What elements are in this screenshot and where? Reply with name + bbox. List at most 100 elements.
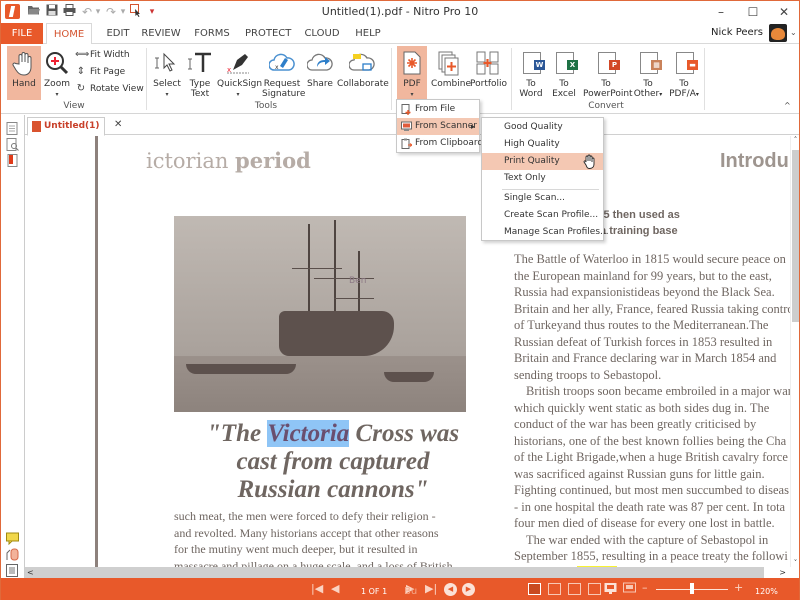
share-button[interactable]: Share [305,46,335,100]
request-signature-button[interactable]: x Request Signature [262,46,305,100]
signature-cloud-icon: x [268,50,295,76]
vertical-scrollbar[interactable]: ˄ ˅ [790,136,799,567]
menu-item-single-scan[interactable]: Single Scan... [482,190,603,207]
type-text-button[interactable]: Type Text [186,46,214,100]
chevron-down-icon[interactable]: ⌄ [790,28,797,37]
menu-item-from-scanner[interactable]: From Scanner ▸ [397,118,479,135]
menu-item-from-clipboard[interactable]: From Clipboard [397,135,483,152]
tab-help[interactable]: HELP [353,23,383,44]
rotate-view-button[interactable]: ↻ Rotate View [75,82,144,96]
tab-file[interactable]: FILE [1,23,43,44]
comments-panel-icon[interactable] [6,530,19,546]
fit-width-button[interactable]: ⟺Fit Width [75,48,130,62]
to-pdfa-dropdown-icon[interactable]: ▾ [696,91,699,98]
continuous-view-button[interactable] [548,583,561,595]
scroll-right-icon[interactable]: > [779,567,786,578]
close-button[interactable]: ✕ [769,3,799,21]
document-tab[interactable]: Untitled(1) [27,117,105,136]
app-window: ↶ ▾ ↷ ▾ ▾ Untitled(1).pdf - Nitro Pro 10… [0,0,800,600]
minimize-button[interactable]: – [706,3,736,21]
body-text-line: - in one hospital the death rate was 87 … [514,499,786,514]
zoom-slider-thumb[interactable] [690,583,694,594]
tab-protect[interactable]: PROTECT [245,23,291,44]
selected-text-highlight[interactable]: Victoria [267,420,350,447]
portfolio-button[interactable]: Portfolio [470,46,507,100]
body-text-line: Russia had expansionistideas beyond the … [514,285,775,299]
bookmarks-panel-icon[interactable] [6,152,19,167]
last-page-button[interactable]: ▶| [425,581,437,597]
to-other-button[interactable]: ▦ To Other▾ [631,46,665,100]
select-button[interactable]: Select ▾ [152,46,182,100]
close-tab-icon[interactable]: ✕ [114,119,122,130]
menu-item-good-quality[interactable]: Good Quality [482,119,603,136]
quicksign-button[interactable]: x QuickSign ▾ [217,46,262,100]
fit-page-button[interactable]: ⇕ Fit Page [75,65,125,79]
status-bar: |◀ ◀ 1 OF 1 ▶ Bu ▶| ◀ ▶ – + 120% [1,578,799,600]
avatar[interactable] [769,24,787,42]
menu-item-from-file[interactable]: From File [397,101,479,118]
previous-page-button[interactable]: ◀ [331,581,339,597]
single-page-view-button[interactable] [528,583,541,595]
back-view-button[interactable]: ◀ [444,583,457,596]
facing-view-button[interactable] [568,583,581,595]
tab-edit[interactable]: EDIT [101,23,135,44]
collapse-ribbon-icon[interactable]: ^ [784,101,791,110]
maximize-button[interactable]: ☐ [738,3,768,21]
pages-panel-icon[interactable] [6,120,19,135]
zoom-dropdown-icon[interactable]: ▾ [43,90,71,100]
group-divider [146,48,147,110]
first-page-button[interactable]: |◀ [311,581,323,597]
facing-continuous-view-button[interactable] [588,583,601,595]
menu-item-print-quality[interactable]: Print Quality [482,153,603,170]
zoom-in-button[interactable]: + [734,580,743,596]
menu-item-manage-scan-profiles[interactable]: Manage Scan Profiles... [482,224,609,241]
to-pdfa-button[interactable]: ▬ To PDF/A▾ [667,46,701,100]
tab-cloud[interactable]: CLOUD [303,23,341,44]
body-text-line: conduct of the war has been greatly crit… [514,417,757,431]
tab-review[interactable]: REVIEW [141,23,181,44]
to-other-dropdown-icon[interactable]: ▾ [659,91,662,98]
to-powerpoint-button[interactable]: P To PowerPoint [583,46,633,100]
user-name[interactable]: Nick Peers [711,27,763,38]
collaborate-button[interactable]: Collaborate [337,46,389,100]
to-word-button[interactable]: W To Word [517,46,545,100]
reading-mode-icon[interactable] [604,582,617,600]
pdf-page[interactable]: ictorian period Introdu Ben "The Victori… [98,136,791,567]
group-divider [391,48,392,110]
fullscreen-mode-icon[interactable] [623,582,636,600]
zoom-level[interactable]: 120% [755,584,778,600]
select-dropdown-icon[interactable]: ▾ [152,90,182,100]
document-viewer[interactable]: ictorian period Introdu Ben "The Victori… [25,136,791,567]
menu-item-high-quality[interactable]: High Quality [482,136,603,153]
type-text-icon [187,50,213,76]
menu-item-create-scan-profile[interactable]: Create Scan Profile... [482,207,603,224]
scroll-down-icon[interactable]: ˅ [791,559,800,567]
scanner-icon [401,121,412,132]
page-indicator[interactable]: 1 OF 1 [361,584,387,600]
scroll-up-icon[interactable]: ˄ [791,136,800,144]
forward-view-button[interactable]: ▶ [462,583,475,596]
thumbnail-panel-icon[interactable] [6,562,19,577]
menu-item-text-only[interactable]: Text Only [482,170,603,187]
tab-home[interactable]: HOME [46,23,92,45]
quicksign-dropdown-icon[interactable]: ▾ [217,90,259,100]
attachments-panel-icon[interactable] [6,546,19,561]
search-document-icon[interactable] [6,136,19,151]
scroll-left-icon[interactable]: < [27,567,34,578]
body-text-line: Britain and her ally, France, feared Rus… [514,301,791,316]
zoom-out-button[interactable]: – [642,580,648,596]
tab-forms[interactable]: FORMS [193,23,231,44]
group-label-view: View [63,101,85,111]
group-divider [511,48,512,110]
ghost-text: Bu [404,586,418,597]
hand-button[interactable]: Hand [7,46,41,100]
word-icon: W [518,50,545,76]
body-text-line: Russian defeat of Turkish forces in 1853… [514,334,773,349]
vertical-scroll-thumb[interactable] [792,150,799,322]
zoom-button[interactable]: Zoom ▾ [43,46,71,100]
horizontal-scrollbar[interactable]: < > [25,567,790,578]
pdf-create-button[interactable]: PDF ▾ [397,46,427,100]
to-excel-button[interactable]: X To Excel [549,46,579,100]
combine-button[interactable]: Combine [431,46,471,100]
pdf-file-icon [32,121,41,132]
